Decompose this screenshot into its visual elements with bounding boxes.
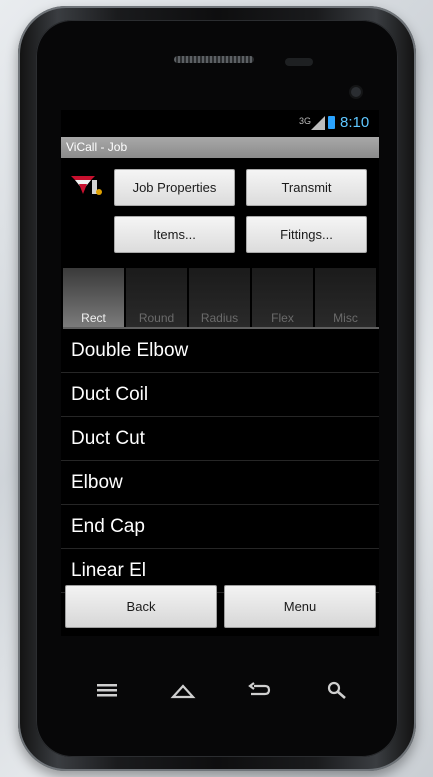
list-item[interactable]: Duct Cut (61, 417, 379, 461)
fitting-list: Double Elbow Duct Coil Duct Cut Elbow En… (61, 329, 379, 593)
status-bar: 3G 8:10 (61, 110, 379, 136)
signal-icon (311, 116, 325, 130)
tab-round[interactable]: Round (126, 268, 188, 328)
transmit-button[interactable]: Transmit (246, 169, 367, 206)
app-title-bar: ViCall - Job (61, 137, 379, 158)
back-arrow-icon[interactable] (245, 678, 273, 702)
list-item[interactable]: Elbow (61, 461, 379, 505)
fitting-category-tabs: Rect Round Radius Flex Misc (63, 268, 379, 328)
home-icon[interactable] (169, 678, 197, 702)
proximity-sensor (285, 58, 313, 66)
menu-button[interactable]: Menu (224, 585, 376, 628)
front-camera (351, 87, 361, 97)
fittings-button[interactable]: Fittings... (246, 216, 367, 253)
battery-icon (328, 116, 335, 129)
tab-radius[interactable]: Radius (189, 268, 251, 328)
job-properties-button[interactable]: Job Properties (114, 169, 235, 206)
menu-icon[interactable] (93, 678, 121, 702)
earpiece-speaker (174, 56, 254, 63)
back-button[interactable]: Back (65, 585, 217, 628)
tab-flex[interactable]: Flex (252, 268, 314, 328)
list-item[interactable]: Duct Coil (61, 373, 379, 417)
tab-misc[interactable]: Misc (315, 268, 377, 328)
items-button[interactable]: Items... (114, 216, 235, 253)
list-item[interactable]: Double Elbow (61, 329, 379, 373)
device-screen: 3G 8:10 ViCall - Job Job Properties Tran… (61, 110, 379, 636)
status-time: 8:10 (340, 114, 370, 131)
vicall-logo-icon (71, 176, 102, 195)
hardware-nav-keys (61, 672, 379, 708)
tab-rect[interactable]: Rect (63, 268, 125, 328)
list-item[interactable]: End Cap (61, 505, 379, 549)
network-type: 3G (299, 116, 312, 126)
search-icon[interactable] (323, 678, 351, 702)
